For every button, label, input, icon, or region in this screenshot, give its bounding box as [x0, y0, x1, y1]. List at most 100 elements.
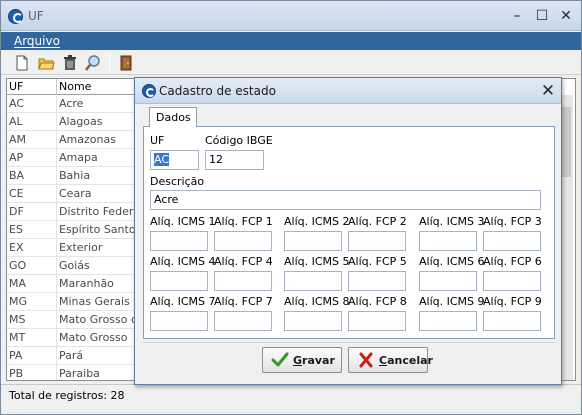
minimize-button[interactable]: – — [506, 7, 528, 25]
icms-2-field[interactable] — [284, 231, 342, 251]
main-window: UF – ☐ ✕ Arquivo UF Nome AC Acre AL Alag… — [0, 0, 582, 415]
toolbar — [1, 51, 581, 75]
fcp-6-field[interactable] — [483, 271, 541, 291]
icms-1-label: Alíq. ICMS 1 — [150, 215, 216, 228]
fcp-4-label: Alíq. FCP 4 — [214, 255, 273, 268]
open-folder-icon[interactable] — [37, 54, 55, 72]
icms-5-field[interactable] — [284, 271, 342, 291]
tab-panel-dados: UF AC Código IBGE 12 Descrição Acre Alíq… — [143, 126, 555, 339]
checkmark-icon — [271, 352, 289, 368]
cell-nome: Pará — [59, 349, 84, 362]
close-button[interactable]: ✕ — [555, 7, 577, 25]
window-title: UF — [28, 9, 44, 23]
table-row[interactable]: DF Distrito Federal — [7, 203, 147, 221]
table-row[interactable]: PB Paraiba — [7, 365, 147, 380]
cancel-button-label: Cancelar — [379, 354, 433, 367]
tab-label: Dados — [156, 111, 191, 124]
tab-dados[interactable]: Dados — [149, 107, 197, 127]
cell-uf: AP — [9, 151, 24, 164]
icms-8-field[interactable] — [284, 311, 342, 331]
cell-nome: Maranhão — [59, 277, 114, 290]
fcp-9-field[interactable] — [483, 311, 541, 331]
icms-4-field[interactable] — [150, 271, 208, 291]
cell-nome: Ceara — [59, 187, 92, 200]
table-row[interactable]: MT Mato Grosso — [7, 329, 147, 347]
cell-nome: Distrito Federal — [59, 205, 144, 218]
cell-nome: Acre — [59, 97, 84, 110]
icms-6-field[interactable] — [419, 271, 477, 291]
table-row[interactable]: CE Ceara — [7, 185, 147, 203]
new-document-icon[interactable] — [13, 54, 31, 72]
fcp-7-field[interactable] — [214, 311, 272, 331]
fcp-2-field[interactable] — [348, 231, 406, 251]
record-count: Total de registros: 28 — [9, 389, 125, 402]
cell-uf: MG — [9, 295, 28, 308]
status-bar: Total de registros: 28 — [1, 384, 581, 406]
column-header-uf[interactable]: UF — [9, 80, 23, 93]
fcp-1-label: Alíq. FCP 1 — [214, 215, 273, 228]
fcp-8-label: Alíq. FCP 8 — [348, 295, 407, 308]
menu-arquivo[interactable]: Arquivo — [14, 34, 60, 48]
table-row[interactable]: MA Maranhão — [7, 275, 147, 293]
title-bar[interactable]: UF – ☐ ✕ — [1, 1, 581, 31]
cell-nome: Amapa — [59, 151, 98, 164]
icms-9-label: Alíq. ICMS 9 — [419, 295, 485, 308]
icms-8-label: Alíq. ICMS 8 — [284, 295, 350, 308]
table-row[interactable]: GO Goiás — [7, 257, 147, 275]
grid-header: UF Nome — [7, 79, 147, 95]
trash-icon[interactable] — [61, 54, 79, 72]
exit-door-icon[interactable] — [117, 54, 135, 72]
icms-7-field[interactable] — [150, 311, 208, 331]
cell-uf: DF — [9, 205, 24, 218]
x-mark-icon — [357, 352, 375, 368]
table-row[interactable]: EX Exterior — [7, 239, 147, 257]
dialog-title-bar[interactable]: Cadastro de estado ✕ — [135, 78, 561, 104]
cell-uf: PA — [9, 349, 23, 362]
dialog-close-button[interactable]: ✕ — [538, 81, 558, 101]
fcp-4-field[interactable] — [214, 271, 272, 291]
cell-uf: GO — [9, 259, 27, 272]
icms-9-field[interactable] — [419, 311, 477, 331]
table-row[interactable]: BA Bahia — [7, 167, 147, 185]
table-row[interactable]: ES Espírito Santo — [7, 221, 147, 239]
dialog-separator — [143, 342, 555, 343]
cell-uf: MS — [9, 313, 26, 326]
fcp-8-field[interactable] — [348, 311, 406, 331]
save-button[interactable]: Gravar — [262, 347, 342, 373]
table-row[interactable]: PA Pará — [7, 347, 147, 365]
table-row[interactable]: MG Minas Gerais — [7, 293, 147, 311]
cell-uf: AM — [9, 133, 27, 146]
fcp-3-field[interactable] — [483, 231, 541, 251]
ibge-label: Código IBGE — [205, 134, 273, 147]
cell-nome: Minas Gerais — [59, 295, 130, 308]
cell-uf: CE — [9, 187, 24, 200]
icms-1-field[interactable] — [150, 231, 208, 251]
cell-uf: MT — [9, 331, 26, 344]
column-header-nome[interactable]: Nome — [59, 80, 91, 93]
fcp-5-label: Alíq. FCP 5 — [348, 255, 407, 268]
dialog-title: Cadastro de estado — [159, 84, 276, 98]
fcp-7-label: Alíq. FCP 7 — [214, 295, 273, 308]
cancel-button[interactable]: Cancelar — [348, 347, 433, 373]
cell-nome: Paraiba — [59, 367, 100, 380]
fcp-3-label: Alíq. FCP 3 — [483, 215, 542, 228]
icms-3-field[interactable] — [419, 231, 477, 251]
fcp-5-field[interactable] — [348, 271, 406, 291]
cell-uf: BA — [9, 169, 25, 182]
app-logo-icon — [142, 84, 156, 98]
table-row[interactable]: AC Acre — [7, 95, 147, 113]
cell-uf: AL — [9, 115, 23, 128]
descricao-field[interactable]: Acre — [150, 190, 541, 210]
ibge-field[interactable]: 12 — [205, 150, 264, 170]
table-row[interactable]: MS Mato Grosso do Sul — [7, 311, 165, 329]
cell-nome: Amazonas — [59, 133, 116, 146]
search-icon[interactable] — [84, 54, 102, 72]
table-row[interactable]: AM Amazonas — [7, 131, 147, 149]
table-row[interactable]: AL Alagoas — [7, 113, 147, 131]
maximize-button[interactable]: ☐ — [531, 7, 553, 25]
descricao-label: Descrição — [150, 175, 205, 188]
uf-field[interactable]: AC — [150, 150, 199, 170]
table-row[interactable]: AP Amapa — [7, 149, 147, 167]
fcp-1-field[interactable] — [214, 231, 272, 251]
state-dialog: Cadastro de estado ✕ Dados UF AC Código … — [134, 77, 562, 385]
